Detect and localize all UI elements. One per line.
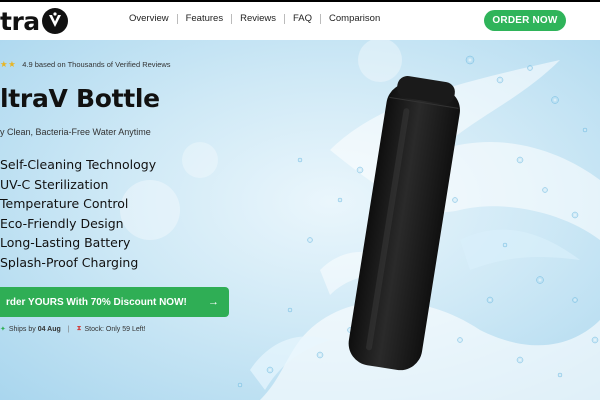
rating-text: 4.9 based on Thousands of Verified Revie… (22, 60, 171, 69)
logo-v-icon (41, 8, 68, 34)
nav-divider (284, 13, 285, 24)
nav-reviews[interactable]: Reviews (239, 13, 277, 24)
feature-item: UV-C Sterilization (0, 176, 109, 192)
info-separator: | (67, 325, 70, 333)
nav-faq[interactable]: FAQ (292, 13, 313, 24)
feature-item: Eco-Friendly Design (0, 215, 124, 231)
nav-divider (176, 13, 178, 24)
nav-divider (231, 13, 233, 24)
shipping-info: ✦ Ships by 04 Aug | ⧗ Stock: Only 59 Lef… (0, 325, 146, 333)
feature-item: Long-Lasting Battery (0, 235, 131, 251)
ships-date: 04 Aug (37, 325, 61, 333)
ships-prefix: Ships by (8, 325, 36, 333)
feature-item: Self-Cleaning Technology (0, 157, 157, 172)
hourglass-icon: ⧗ (76, 325, 82, 332)
nav-divider (320, 13, 322, 24)
arrow-right-icon: → (208, 296, 219, 308)
main-nav: Overview Features Reviews FAQ Comparison (128, 13, 381, 24)
logo-text: tra (0, 6, 40, 36)
nav-overview[interactable]: Overview (128, 13, 170, 24)
feature-list: Self-Cleaning Technology UV-C Sterilizat… (0, 155, 156, 273)
rating-line: ★★ 4.9 based on Thousands of Verified Re… (0, 59, 171, 70)
feature-item: Temperature Control (0, 196, 129, 212)
shipping-icon: ✦ (0, 326, 6, 333)
product-title: ltraV Bottle (0, 84, 160, 113)
feature-item: Splash-Proof Charging (0, 254, 139, 270)
nav-features[interactable]: Features (185, 13, 225, 24)
star-rating-icon: ★★ (0, 59, 17, 69)
nav-comparison[interactable]: Comparison (328, 13, 381, 24)
discount-order-button[interactable]: rder YOURS With 70% Discount NOW! → (0, 287, 229, 317)
cta-label: rder YOURS With 70% Discount NOW! (6, 296, 187, 308)
brand-logo[interactable]: tra (0, 6, 68, 36)
hero-section: ★★ 4.9 based on Thousands of Verified Re… (0, 40, 600, 400)
site-header: tra Overview Features Reviews FAQ Compar… (0, 2, 600, 41)
product-subtitle: y Clean, Bacteria-Free Water Anytime (0, 127, 151, 137)
stock-text: Stock: Only 59 Left! (84, 325, 146, 333)
order-now-button[interactable]: ORDER NOW (484, 10, 566, 31)
